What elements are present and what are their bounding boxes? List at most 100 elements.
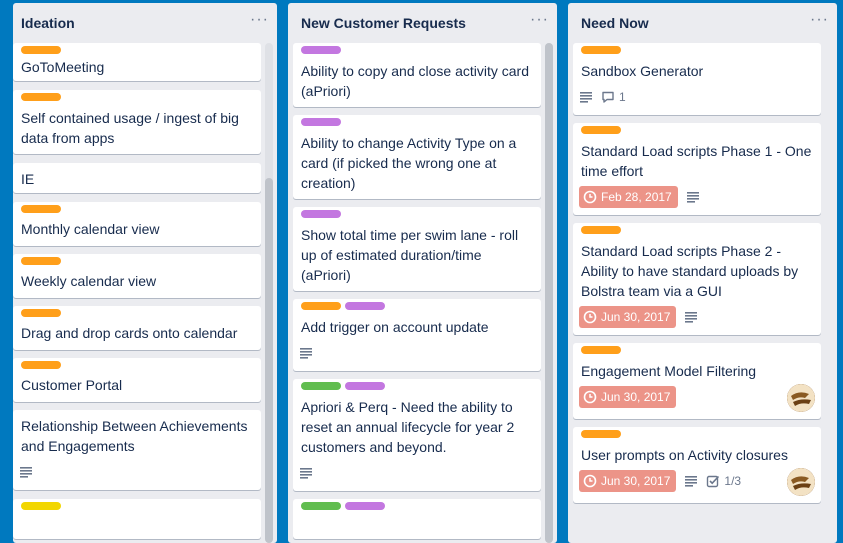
card-title: Ability to copy and close activity card … (301, 63, 529, 99)
card[interactable]: Self contained usage / ingest of big dat… (13, 90, 261, 154)
card[interactable]: Engagement Model Filtering Jun 30, 2017 (573, 343, 821, 419)
label-orange (21, 205, 61, 213)
clock-icon (583, 310, 597, 324)
due-date: Jun 30, 2017 (601, 390, 671, 404)
comment-count: 1 (619, 90, 626, 104)
card[interactable]: Show total time per swim lane - roll up … (293, 207, 541, 291)
due-date-badge[interactable]: Jun 30, 2017 (579, 386, 677, 408)
description-icon (686, 190, 700, 204)
label-purple (345, 382, 385, 390)
card[interactable]: Standard Load scripts Phase 1 - One time… (573, 123, 821, 215)
card[interactable]: Weekly calendar view (13, 254, 261, 298)
due-date: Feb 28, 2017 (601, 190, 672, 204)
card[interactable]: Apriori & Perq - Need the ability to res… (293, 379, 541, 491)
card[interactable]: Ability to copy and close activity card … (293, 43, 541, 107)
card-title: Standard Load scripts Phase 2 - Ability … (581, 243, 799, 299)
scrollbar[interactable] (265, 43, 273, 543)
label-purple (345, 502, 385, 510)
card[interactable]: GoToMeeting (13, 43, 261, 81)
card-labels (21, 361, 61, 369)
card-labels (301, 118, 341, 126)
list-header[interactable]: Need Now ··· (568, 3, 837, 41)
card[interactable]: Ability to change Activity Type on a car… (293, 115, 541, 199)
scrollbar[interactable] (545, 43, 553, 543)
card-title: GoToMeeting (21, 59, 105, 75)
card[interactable]: Relationship Between Achievements and En… (13, 410, 261, 490)
card-title: IE (21, 171, 35, 187)
card[interactable]: Drag and drop cards onto calendar (13, 306, 261, 350)
card[interactable]: Sandbox Generator 1 (573, 43, 821, 115)
card-labels (581, 430, 621, 438)
list-title[interactable]: New Customer Requests (301, 15, 466, 31)
label-orange (581, 46, 621, 54)
card-title: Monthly calendar view (21, 221, 160, 237)
checklist-count: 1/3 (724, 474, 742, 488)
avatar-image (787, 384, 815, 412)
card-badges: Jun 30, 2017 (579, 305, 698, 329)
clock-icon (583, 474, 597, 488)
label-orange (581, 430, 621, 438)
comment-icon (602, 91, 614, 103)
list-header[interactable]: Ideation ··· (13, 3, 277, 41)
card[interactable] (13, 499, 261, 539)
card-title: Weekly calendar view (21, 273, 157, 289)
card-labels (581, 126, 621, 134)
card[interactable]: IE (13, 163, 261, 193)
label-orange (21, 257, 61, 265)
label-orange (21, 93, 61, 101)
card-labels (301, 302, 385, 310)
list-new-customer-requests: New Customer Requests ··· Ability to cop… (288, 3, 557, 543)
card-labels (301, 382, 385, 390)
list-menu-icon[interactable]: ··· (250, 11, 269, 29)
list-menu-icon[interactable]: ··· (530, 11, 549, 29)
due-date-badge[interactable]: Jun 30, 2017 (579, 306, 677, 328)
scroll-thumb[interactable] (265, 178, 273, 543)
list-menu-icon[interactable]: ··· (810, 11, 829, 29)
avatar[interactable] (787, 468, 815, 496)
card-badges (299, 461, 313, 485)
label-purple (301, 118, 341, 126)
due-date-badge[interactable]: Feb 28, 2017 (579, 186, 678, 208)
card-title: Ability to change Activity Type on a car… (301, 135, 517, 191)
card[interactable]: Customer Portal (13, 358, 261, 402)
card-title: Engagement Model Filtering (581, 363, 757, 379)
checklist-icon (707, 475, 720, 488)
label-purple (301, 210, 341, 218)
card[interactable]: User prompts on Activity closures Jun 30… (573, 427, 821, 503)
avatar-image (787, 468, 815, 496)
avatar[interactable] (787, 384, 815, 412)
card[interactable]: Monthly calendar view (13, 202, 261, 246)
clock-icon (583, 190, 597, 204)
card-title: Relationship Between Achievements and En… (21, 418, 248, 454)
card-labels (21, 205, 61, 213)
card-labels (581, 46, 621, 54)
scroll-thumb[interactable] (545, 43, 553, 543)
card[interactable]: Standard Load scripts Phase 2 - Ability … (573, 223, 821, 335)
card-title: Sandbox Generator (581, 63, 704, 79)
due-date-badge[interactable]: Jun 30, 2017 (579, 470, 677, 492)
card-badges (299, 341, 313, 365)
card-badges: Feb 28, 2017 (579, 185, 700, 209)
label-orange (581, 126, 621, 134)
card-labels (21, 257, 61, 265)
list-title[interactable]: Ideation (21, 15, 75, 31)
list-header[interactable]: New Customer Requests ··· (288, 3, 557, 41)
card-title: Add trigger on account update (301, 319, 489, 335)
label-orange (581, 226, 621, 234)
card-labels (301, 210, 341, 218)
card-title: Show total time per swim lane - roll up … (301, 227, 519, 283)
description-icon (579, 90, 593, 104)
card-labels (581, 346, 621, 354)
checklist-badge: 1/3 (706, 474, 741, 488)
label-orange (21, 46, 61, 54)
label-orange (301, 302, 341, 310)
card[interactable]: Add trigger on account update (293, 299, 541, 371)
card-labels (21, 46, 61, 54)
card-badges: Jun 30, 2017 (579, 385, 677, 409)
card-badges: Jun 30, 2017 1/3 (579, 469, 741, 493)
due-date: Jun 30, 2017 (601, 474, 671, 488)
label-orange (21, 361, 61, 369)
card[interactable] (293, 499, 541, 539)
list-title[interactable]: Need Now (581, 15, 649, 31)
description-icon (299, 346, 313, 360)
